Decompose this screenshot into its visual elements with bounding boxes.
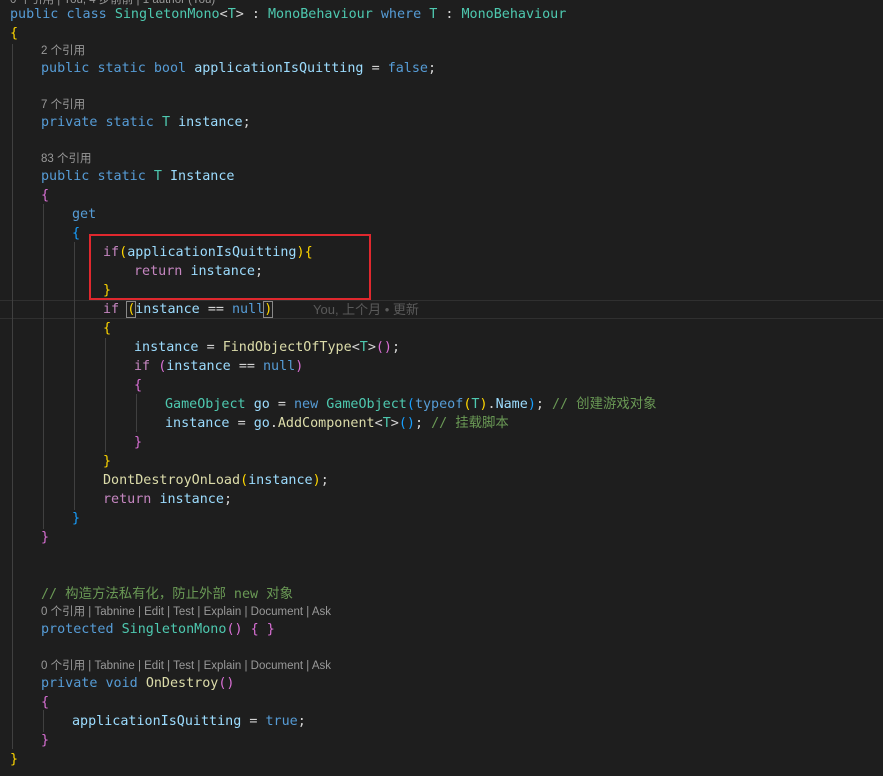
field-application-is-quitting: public static bool applicationIsQuitting… bbox=[41, 61, 437, 76]
codelens-actions[interactable]: 0 个引用 | Tabnine | Edit | Test | Explain … bbox=[41, 604, 331, 620]
add-component-line: instance = go.AddComponent<T>(); // 挂载脚本 bbox=[165, 416, 509, 431]
new-gameobject-line: GameObject go = new GameObject(typeof(T)… bbox=[165, 397, 657, 412]
on-destroy-open-brace: { bbox=[41, 695, 50, 710]
code-editor[interactable]: 0 个引用 | You, 4 步前前 | 1 author (You) publ… bbox=[0, 0, 883, 776]
dont-destroy-line: DontDestroyOnLoad(instance); bbox=[103, 473, 329, 488]
indent-guide bbox=[105, 338, 106, 452]
indent-guide bbox=[43, 710, 44, 732]
constructor-comment: // 构造方法私有化，防止外部 new 对象 bbox=[41, 587, 293, 602]
field-instance: private static T instance; bbox=[41, 115, 251, 130]
git-blame-annotation: You, 上个月 • 更新 bbox=[313, 302, 419, 317]
set-quitting-line: applicationIsQuitting = true; bbox=[72, 714, 306, 729]
codelens-references[interactable]: 83 个引用 bbox=[41, 151, 92, 167]
if-instance-null: if (instance == null) bbox=[103, 301, 274, 318]
property-close-brace: } bbox=[41, 530, 50, 545]
indent-guide bbox=[136, 394, 137, 432]
annotation-highlight-box bbox=[89, 234, 371, 300]
indent-guide bbox=[12, 44, 13, 749]
constructor-declaration: protected SingletonMono() { } bbox=[41, 622, 275, 637]
class-open-brace: { bbox=[10, 26, 19, 41]
getter-open-brace: { bbox=[72, 226, 81, 241]
find-object-assignment: instance = FindObjectOfType<T>(); bbox=[134, 340, 401, 355]
getter-keyword: get bbox=[72, 207, 97, 222]
property-open-brace: { bbox=[41, 188, 50, 203]
return-instance-final: return instance; bbox=[103, 492, 232, 507]
inner-close-brace: } bbox=[134, 435, 143, 450]
on-destroy-declaration: private void OnDestroy() bbox=[41, 676, 235, 691]
indent-guide bbox=[74, 242, 75, 510]
codelens-actions[interactable]: 0 个引用 | Tabnine | Edit | Test | Explain … bbox=[41, 658, 331, 674]
if-instance-null-inner: if (instance == null) bbox=[134, 359, 304, 374]
codelens-references[interactable]: 2 个引用 bbox=[41, 43, 85, 59]
on-destroy-close-brace: } bbox=[41, 733, 50, 748]
property-instance: public static T Instance bbox=[41, 169, 235, 184]
if-close-brace: } bbox=[103, 454, 112, 469]
codelens-references[interactable]: 7 个引用 bbox=[41, 97, 85, 113]
getter-close-brace: } bbox=[72, 511, 81, 526]
class-declaration: public class SingletonMono<T> : MonoBeha… bbox=[10, 7, 567, 22]
indent-guide bbox=[43, 204, 44, 529]
if-open-brace: { bbox=[103, 321, 112, 336]
class-close-brace: } bbox=[10, 752, 19, 767]
inner-open-brace: { bbox=[134, 378, 143, 393]
